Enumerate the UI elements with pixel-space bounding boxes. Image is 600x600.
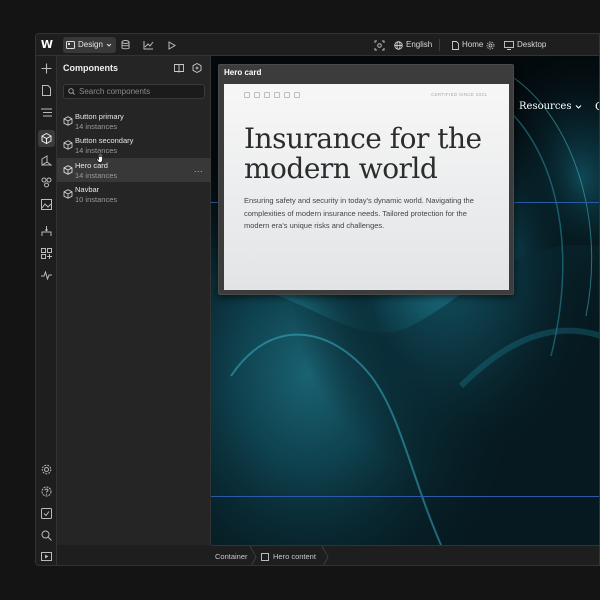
component-list-item[interactable]: Navbar 10 instances [57,182,211,206]
webflow-logo[interactable]: W [40,38,54,52]
div-block-icon [261,552,269,561]
search-input[interactable] [79,87,199,96]
apps-icon[interactable] [38,245,55,262]
breadcrumb-label: Container [215,552,248,561]
components-icon[interactable] [38,130,55,147]
page-icon [452,40,459,50]
component-name: Button primary [75,112,124,121]
language-selector[interactable]: English [394,38,432,52]
design-mode-label: Design [78,40,103,49]
focus-target-icon[interactable] [372,38,386,52]
desktop-icon [504,40,514,50]
hero-card-preview: CERTIFIED SINCE 2021 Insurance for the m… [224,84,509,290]
cms-database-icon[interactable] [118,38,132,52]
publish-checklist-icon[interactable] [38,505,55,522]
logo-mark-icon [244,92,250,98]
breadcrumb-item-container[interactable]: Container [215,552,248,561]
add-elements-icon[interactable] [38,60,55,77]
breadcrumb-label: Hero content [273,552,316,561]
more-options-icon[interactable]: ... [194,164,203,174]
logo-mark-icon [254,92,260,98]
settings-gear-icon[interactable] [38,461,55,478]
component-box-icon [63,189,73,199]
audit-pulse-icon[interactable] [38,267,55,284]
guide-line-bottom [211,496,599,497]
design-canvas[interactable]: Resources C Hero card CERTIFIED SINCE 20… [211,56,599,545]
page-settings-gear-icon[interactable] [483,38,497,52]
nav-partial-item[interactable]: C [595,100,599,113]
component-box-icon [63,116,73,126]
design-mode-button[interactable]: Design [63,37,116,53]
chevron-down-icon [576,104,582,109]
chevron-down-icon [106,43,112,47]
component-instance-count: 14 instances [75,122,118,131]
variables-icon[interactable] [38,174,55,191]
library-book-icon[interactable] [173,62,185,74]
component-box-icon [63,140,73,150]
breakpoint-label: Desktop [517,40,547,49]
logo-mark-icon [284,92,290,98]
video-tutorial-icon[interactable] [38,547,55,564]
breadcrumb: Container Hero content [211,545,599,565]
toolbar-divider [439,39,440,51]
component-instance-count: 14 instances [75,171,118,180]
help-icon[interactable] [38,483,55,500]
breadcrumb-separator [249,546,257,565]
nav-resources-label: Resources [519,101,572,112]
search-zoom-icon[interactable] [38,527,55,544]
style-selectors-icon[interactable] [38,152,55,169]
hero-heading: Insurance for the modern world [244,122,482,185]
component-instance-count: 10 instances [75,195,118,204]
component-list-item[interactable]: Button primary 14 instances [57,109,211,133]
component-name: Button secondary [75,136,134,145]
logo-mark-icon [274,92,280,98]
analytics-icon[interactable] [141,38,155,52]
search-icon [68,88,75,95]
globe-icon [394,40,403,50]
navigator-icon[interactable] [38,104,55,121]
component-list-item-hovered[interactable]: Hero card 14 instances ... [57,158,211,182]
certified-badge: CERTIFIED SINCE 2021 [431,92,487,97]
nav-resources-link[interactable]: Resources [519,101,582,112]
hero-description: Ensuring safety and security in today's … [244,196,474,230]
designer-app: W Design English Home Desktop Components… [35,33,600,566]
top-toolbar: W Design English Home Desktop [36,34,599,56]
logo-mark-icon [264,92,270,98]
breadcrumb-item-hero-content[interactable]: Hero content [261,552,316,561]
language-label: English [406,40,433,49]
logo-mark-icon [294,92,300,98]
page-selector[interactable]: Home [452,38,483,52]
pages-icon[interactable] [38,82,55,99]
components-panel: Components Button primary 14 instances B… [57,56,211,545]
panel-title: Components [63,63,118,73]
page-label: Home [462,40,484,49]
breakpoint-selector[interactable]: Desktop [504,38,546,52]
design-mode-icon [66,41,75,49]
card-logo-row [244,92,300,98]
grab-hand-cursor-icon [96,152,103,163]
hero-card-label: Hero card [224,68,262,77]
left-toolbar [36,56,57,565]
breadcrumb-separator [321,546,329,565]
logic-flow-icon[interactable] [38,223,55,240]
assets-image-icon[interactable] [38,196,55,213]
preview-play-icon[interactable] [165,38,179,52]
add-component-icon[interactable] [191,62,203,74]
component-name: Navbar [75,185,100,194]
hero-card-preview-popover: Hero card CERTIFIED SINCE 2021 Insurance… [218,64,514,295]
component-search-field[interactable] [63,84,205,99]
component-box-icon [63,165,73,175]
component-list-item[interactable]: Button secondary 14 instances [57,133,211,157]
